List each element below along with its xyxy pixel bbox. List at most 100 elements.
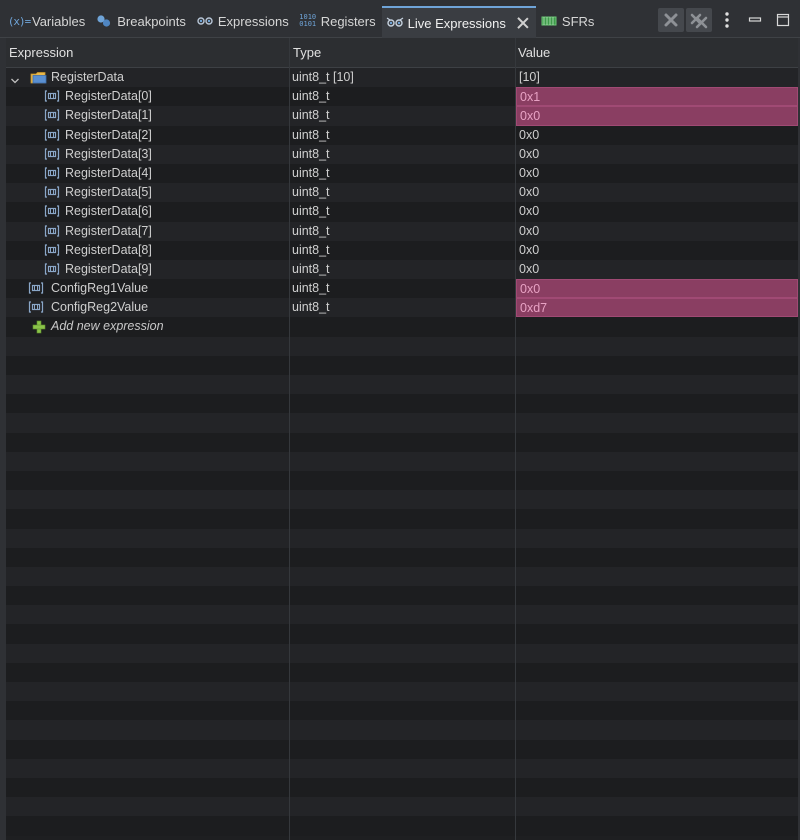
expression-cell[interactable]: RegisterData[7] <box>6 222 288 241</box>
column-header-type[interactable]: Type <box>290 38 321 67</box>
tab-variables[interactable]: (x)= Variables <box>6 6 91 36</box>
live-expressions-table: Expression Type Value RegisterData uint8_… <box>6 38 798 840</box>
empty-row <box>6 509 798 529</box>
view-menu-button[interactable] <box>714 8 740 32</box>
value-cell[interactable]: [10] <box>516 68 798 87</box>
value-cell[interactable]: 0x0 <box>516 202 798 221</box>
type-cell: uint8_t <box>292 146 330 161</box>
expression-cell[interactable]: RegisterData[6] <box>6 202 288 221</box>
expression-name: RegisterData[5] <box>65 185 152 200</box>
tab-list: (x)= Variables Breakpoints Expressions 1010 0… <box>6 6 600 38</box>
table-row[interactable]: ConfigReg2Value uint8_t 0xd7 <box>6 298 798 318</box>
expression-cell[interactable]: ConfigReg2Value <box>6 298 288 317</box>
value-cell[interactable]: 0x0 <box>516 241 798 260</box>
column-divider[interactable] <box>515 38 516 840</box>
column-divider[interactable] <box>289 38 290 840</box>
empty-row <box>6 816 798 836</box>
variable-icon <box>44 224 60 239</box>
table-row[interactable]: RegisterData[3] uint8_t 0x0 <box>6 144 798 164</box>
expression-cell[interactable]: RegisterData <box>6 68 288 87</box>
close-tab-icon[interactable] <box>516 16 530 30</box>
tab-label: Variables <box>32 13 86 29</box>
tab-label: Live Expressions <box>407 15 506 31</box>
type-cell: uint8_t [10] <box>292 70 354 84</box>
empty-row <box>6 451 798 471</box>
expression-cell[interactable]: RegisterData[3] <box>6 145 288 164</box>
empty-row <box>6 336 798 356</box>
expression-name: RegisterData[6] <box>65 204 152 219</box>
chevron-down-icon[interactable] <box>10 73 19 84</box>
variable-icon <box>44 108 60 123</box>
expression-cell[interactable]: ConfigReg1Value <box>6 279 288 298</box>
value-cell[interactable]: 0x0 <box>516 145 798 164</box>
empty-row <box>6 739 798 759</box>
remove-expression-icon <box>664 13 678 27</box>
value-text: [10] <box>519 70 540 84</box>
tab-label: SFRs <box>561 13 595 29</box>
value-cell[interactable]: 0x0 <box>516 164 798 183</box>
type-cell: uint8_t <box>292 281 330 296</box>
maximize-button[interactable] <box>770 8 796 32</box>
empty-row <box>6 547 798 567</box>
value-cell[interactable]: 0x0 <box>516 260 798 279</box>
type-cell: uint8_t <box>292 261 330 276</box>
expression-cell[interactable]: RegisterData[4] <box>6 164 288 183</box>
empty-row <box>6 797 798 817</box>
table-header: Expression Type Value <box>6 38 798 68</box>
value-cell[interactable]: 0x0 <box>516 126 798 145</box>
tab-live-expressions[interactable]: Live Expressions <box>381 6 536 38</box>
type-cell: uint8_t <box>292 89 330 104</box>
table-row[interactable]: RegisterData[2] uint8_t 0x0 <box>6 125 798 145</box>
table-row[interactable]: RegisterData[8] uint8_t 0x0 <box>6 240 798 260</box>
expression-name: RegisterData <box>51 70 124 84</box>
expression-name: RegisterData[1] <box>65 108 152 123</box>
changed-value-cell[interactable]: 0x0 <box>516 279 798 299</box>
variables-icon: (x)= <box>7 14 31 28</box>
empty-row <box>6 470 798 491</box>
expression-cell[interactable]: RegisterData[9] <box>6 260 288 279</box>
value-cell[interactable]: 0x0 <box>516 183 798 202</box>
table-row[interactable]: RegisterData[9] uint8_t 0x0 <box>6 259 798 280</box>
tab-breakpoints[interactable]: Breakpoints <box>91 6 192 36</box>
value-cell[interactable]: 0x0 <box>516 222 798 241</box>
table-row[interactable]: RegisterData[4] uint8_t 0x0 <box>6 163 798 184</box>
add-new-expression-cell[interactable]: Add new expression <box>6 317 288 336</box>
empty-row <box>6 413 798 433</box>
table-row[interactable]: RegisterData uint8_t [10] [10] <box>6 68 798 88</box>
changed-value-cell[interactable]: 0xd7 <box>516 298 798 318</box>
expression-cell[interactable]: RegisterData[8] <box>6 241 288 260</box>
table-row[interactable]: ConfigReg1Value uint8_t 0x0 <box>6 279 798 299</box>
expression-cell[interactable]: RegisterData[0] <box>6 87 288 106</box>
remove-all-expressions-button[interactable] <box>686 8 712 32</box>
tab-registers[interactable]: 1010 0101 Registers <box>295 6 382 36</box>
empty-row <box>6 758 798 778</box>
expression-name: RegisterData[4] <box>65 165 152 180</box>
empty-row <box>6 528 798 548</box>
column-header-expression[interactable]: Expression <box>6 38 73 67</box>
expression-cell[interactable]: RegisterData[1] <box>6 106 288 125</box>
changed-value-cell[interactable]: 0x0 <box>516 106 798 126</box>
type-cell: uint8_t <box>292 223 330 238</box>
type-cell: uint8_t <box>292 127 330 142</box>
changed-value-cell[interactable]: 0x1 <box>516 87 798 107</box>
tab-expressions[interactable]: Expressions <box>192 6 295 36</box>
type-cell: uint8_t <box>292 185 330 200</box>
type-cell: uint8_t <box>292 242 330 257</box>
table-row[interactable]: RegisterData[6] uint8_t 0x0 <box>6 202 798 222</box>
add-new-expression-row[interactable]: Add new expression <box>6 317 798 337</box>
column-header-value[interactable]: Value <box>515 38 550 67</box>
value-text: 0x0 <box>519 223 540 238</box>
table-row[interactable]: RegisterData[0] uint8_t 0x1 <box>6 87 798 107</box>
expression-cell[interactable]: RegisterData[2] <box>6 126 288 145</box>
table-row[interactable]: RegisterData[5] uint8_t 0x0 <box>6 183 798 203</box>
table-row[interactable]: RegisterData[1] uint8_t 0x0 <box>6 106 798 126</box>
expression-name: ConfigReg1Value <box>51 281 149 296</box>
remove-expression-button[interactable] <box>658 8 684 32</box>
tab-sfrs[interactable]: SFRs <box>536 6 601 36</box>
minimize-button[interactable] <box>742 8 768 32</box>
table-row[interactable]: RegisterData[7] uint8_t 0x0 <box>6 221 798 241</box>
add-icon <box>32 320 48 335</box>
expression-cell[interactable]: RegisterData[5] <box>6 183 288 202</box>
registers-icon: 1010 0101 <box>299 13 317 28</box>
empty-row <box>6 682 798 702</box>
